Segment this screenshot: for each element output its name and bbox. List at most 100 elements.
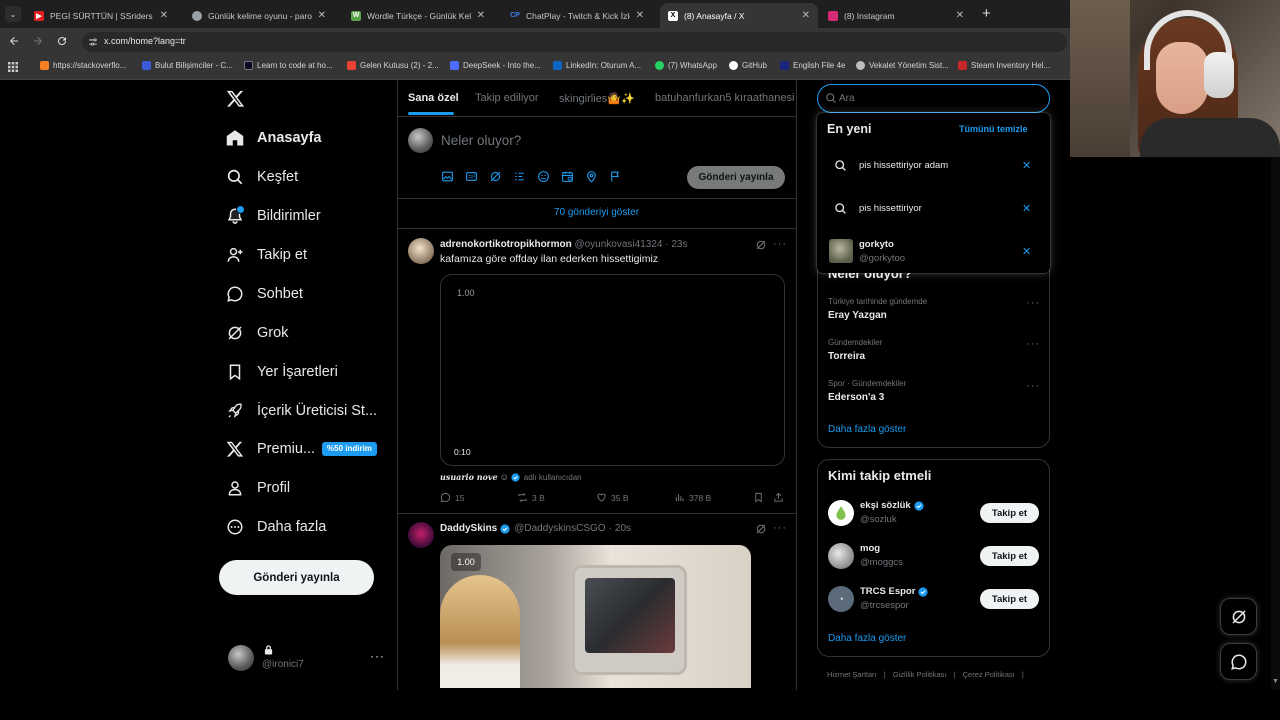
show-new-posts[interactable]: 70 gönderiyi göster xyxy=(397,207,796,218)
trends-show-more[interactable]: Daha fazla göster xyxy=(828,424,906,435)
footer-link[interactable]: Gizlilik Politikası xyxy=(893,670,947,679)
follow-suggestion[interactable]: ekşi sözlük @sozluk Takip et xyxy=(818,494,1049,534)
close-tab-icon[interactable]: ✕ xyxy=(802,10,810,21)
recent-search-item[interactable]: pis hissettiriyor ✕ xyxy=(817,188,1050,230)
composer-input[interactable]: Neler oluyor? xyxy=(441,133,521,148)
grok-icon[interactable] xyxy=(755,523,767,535)
nav-creator-studio[interactable]: İçerik Üreticisi St... xyxy=(226,396,377,426)
tab-following[interactable]: Takip ediliyor xyxy=(475,92,539,104)
nav-more[interactable]: Daha fazla xyxy=(226,512,326,542)
scroll-down-arrow-icon[interactable]: ▼ xyxy=(1272,678,1279,685)
post-button[interactable]: Gönderi yayınla xyxy=(219,560,374,595)
bookmark-item[interactable]: Gelen Kutusu (2) - 2... xyxy=(347,61,439,70)
apps-grid-icon[interactable] xyxy=(8,62,18,72)
post-more-icon[interactable]: ··· xyxy=(773,522,787,534)
schedule-icon[interactable] xyxy=(561,170,574,183)
browser-tab[interactable]: (8) Instagram ✕ xyxy=(820,3,972,28)
remove-close-icon[interactable]: ✕ xyxy=(1022,159,1031,172)
follow-button[interactable]: Takip et xyxy=(980,589,1039,609)
messages-floating-button[interactable] xyxy=(1220,643,1257,680)
browser-tab[interactable]: ▶ PEGİ SÜRTTÜN | SSriders | Moto ✕ xyxy=(26,3,176,28)
clear-all-button[interactable]: Tümünü temizle xyxy=(959,124,1028,134)
bookmark-item[interactable]: Vekalet Yönetim Sist... xyxy=(856,61,949,70)
follow-suggestion[interactable]: ◔ TRCS Espor @trcsespor Takip et xyxy=(818,580,1049,620)
close-tab-icon[interactable]: ✕ xyxy=(636,10,644,21)
browser-tab[interactable]: Günlük kelime oyunu - parolla ✕ xyxy=(184,3,334,28)
post-avatar[interactable] xyxy=(408,522,434,548)
page-scrollbar[interactable] xyxy=(1271,80,1280,690)
x-logo-icon[interactable] xyxy=(226,89,245,108)
nav-grok[interactable]: Grok xyxy=(226,318,288,348)
who-to-follow-show-more[interactable]: Daha fazla göster xyxy=(828,633,906,644)
trend-more-icon[interactable]: ··· xyxy=(1026,338,1040,350)
footer-link[interactable]: Çerez Politikası xyxy=(963,670,1015,679)
emoji-icon[interactable] xyxy=(537,170,550,183)
trend-name[interactable]: Ederson'a 3 xyxy=(828,392,884,403)
site-info-icon[interactable] xyxy=(88,37,98,47)
share-icon[interactable] xyxy=(773,492,784,503)
address-bar[interactable] xyxy=(82,32,1067,52)
bookmark-icon[interactable] xyxy=(753,492,764,503)
more-dots-icon[interactable]: ··· xyxy=(370,649,385,663)
author-handle[interactable]: @oyunkovasi41324 xyxy=(574,239,662,250)
nav-premium[interactable]: Premiu... xyxy=(226,434,315,464)
like-button[interactable]: 35 B xyxy=(596,492,629,503)
tab-list[interactable]: batuhanfurkan5 kıraathanesi xyxy=(655,92,794,104)
repost-button[interactable]: 3 B xyxy=(517,492,545,503)
playback-speed[interactable]: 1.00 xyxy=(457,288,475,298)
playback-speed[interactable]: 1.00 xyxy=(451,553,481,571)
follow-suggestion[interactable]: mog @moggcs Takip et xyxy=(818,537,1049,577)
nav-bookmarks[interactable]: Yer İşaretleri xyxy=(226,357,338,387)
browser-tab-active[interactable]: X (8) Anasayfa / X ✕ xyxy=(660,3,818,28)
tab-search-dropdown-icon[interactable]: ⌄ xyxy=(5,6,21,22)
account-switcher[interactable]: @ironici7 ··· xyxy=(226,643,386,673)
tab-list[interactable]: skingirlies🤷✨ xyxy=(559,92,635,105)
trend-more-icon[interactable]: ··· xyxy=(1026,380,1040,392)
grok-icon[interactable] xyxy=(755,239,767,251)
recent-search-item[interactable]: pis hissettiriyor adam ✕ xyxy=(817,145,1050,187)
bookmark-item[interactable]: GitHub xyxy=(729,61,767,70)
nav-chat[interactable]: Sohbet xyxy=(226,279,303,309)
bookmark-item[interactable]: English File 4e xyxy=(780,61,845,70)
bookmark-item[interactable]: Learn to code at ho... xyxy=(244,61,333,70)
nav-explore[interactable]: Keşfet xyxy=(226,162,298,192)
post-time[interactable]: 20s xyxy=(615,523,631,534)
remove-close-icon[interactable]: ✕ xyxy=(1022,202,1031,215)
composer-post-button[interactable]: Gönderi yayınla xyxy=(687,166,785,189)
close-tab-icon[interactable]: ✕ xyxy=(160,10,168,21)
follow-button[interactable]: Takip et xyxy=(980,546,1039,566)
bookmark-item[interactable]: https://stackoverflo... xyxy=(40,61,126,70)
nav-follow[interactable]: Takip et xyxy=(226,240,307,270)
trend-name[interactable]: Torreira xyxy=(828,351,865,362)
flag-icon[interactable] xyxy=(609,170,622,183)
image-icon[interactable] xyxy=(441,170,454,183)
gif-icon[interactable] xyxy=(465,170,478,183)
bookmark-item[interactable]: LinkedIn: Oturum A... xyxy=(553,61,641,70)
location-icon[interactable] xyxy=(585,170,598,183)
video-attribution[interactable]: usuario nove ☺ adlı kullanıcıdan xyxy=(440,472,582,482)
nav-profile[interactable]: Profil xyxy=(226,473,290,503)
nav-home[interactable]: Anasayfa xyxy=(226,123,321,153)
post-time[interactable]: 23s xyxy=(671,239,687,250)
post-avatar[interactable] xyxy=(408,238,434,264)
bookmark-item[interactable]: Bulut Bilişimciler - C... xyxy=(142,61,233,70)
remove-close-icon[interactable]: ✕ xyxy=(1022,245,1031,258)
author-name[interactable]: DaddySkins xyxy=(440,523,497,534)
video-player[interactable]: 1.00 0:10 xyxy=(440,274,785,466)
follow-button[interactable]: Takip et xyxy=(980,503,1039,523)
search-input[interactable]: Ara xyxy=(839,93,855,104)
views-button[interactable]: 378 B xyxy=(674,492,711,503)
bookmark-item[interactable]: (7) WhatsApp xyxy=(655,61,717,70)
tab-for-you[interactable]: Sana özel xyxy=(408,92,459,104)
new-tab-plus-icon[interactable]: + xyxy=(982,5,991,22)
browser-tab[interactable]: CP ChatPlay - Twitch & Kick İzleyici ✕ xyxy=(502,3,652,28)
video-player[interactable]: 1.00 xyxy=(440,545,751,688)
author-name[interactable]: adrenokortikotropikhormon xyxy=(440,239,572,250)
bookmark-item[interactable]: DeepSeek - Into the... xyxy=(450,61,541,70)
post-more-icon[interactable]: ··· xyxy=(773,238,787,250)
recent-user-item[interactable]: gorkyto @gorkytoo ✕ xyxy=(817,231,1050,273)
browser-tab[interactable]: W Wordle Türkçe - Günlük Kelime ✕ xyxy=(343,3,493,28)
forward-arrow-icon[interactable] xyxy=(32,35,44,47)
grok-icon[interactable] xyxy=(489,170,502,183)
reply-button[interactable]: 15 xyxy=(440,492,464,503)
